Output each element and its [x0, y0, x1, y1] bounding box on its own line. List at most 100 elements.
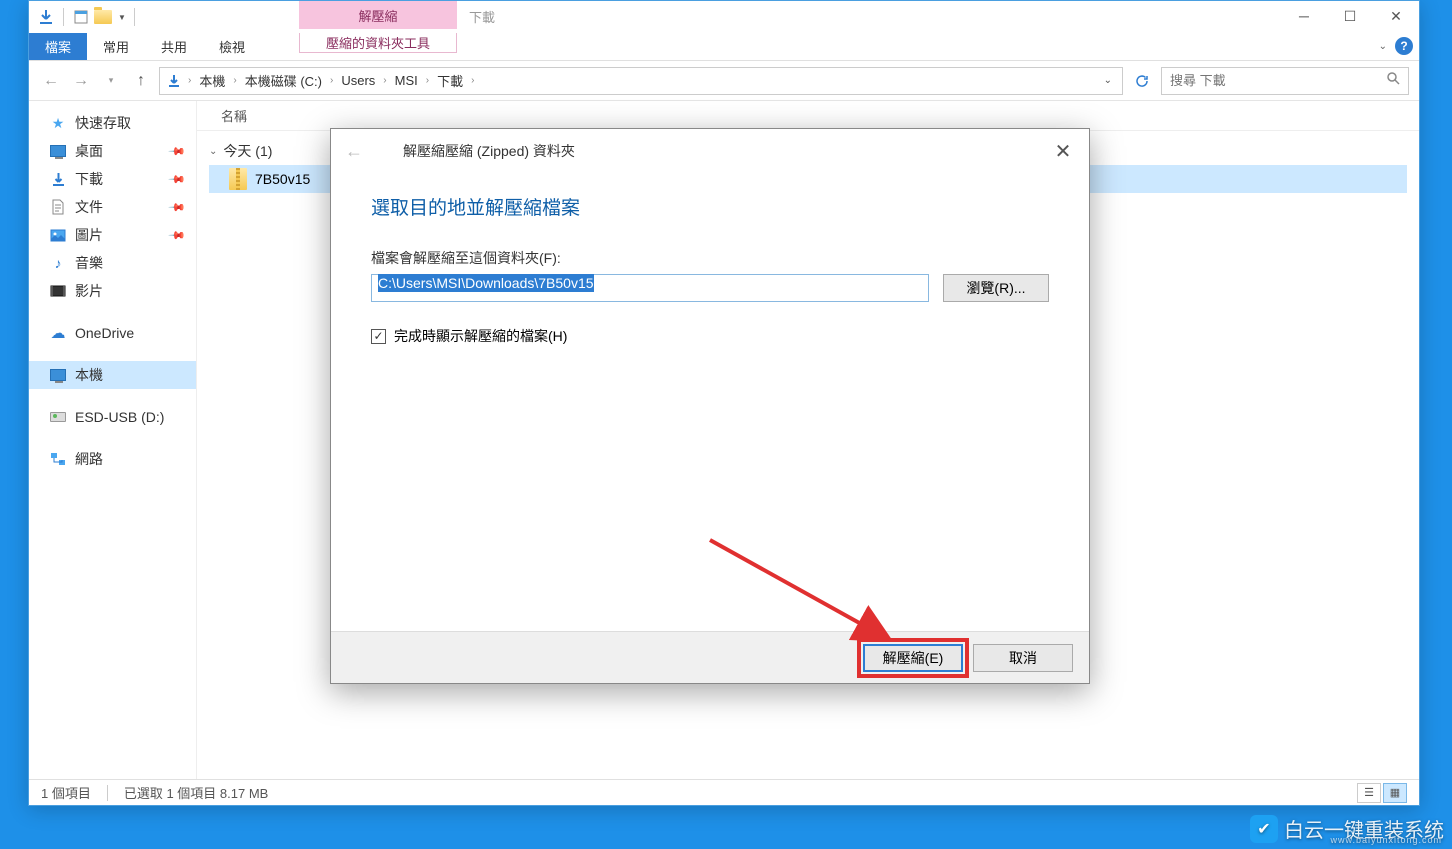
- chevron-right-icon[interactable]: ›: [424, 75, 431, 86]
- navigation-pane: ★ 快速存取 桌面 📌 下載 📌 文件 📌: [29, 101, 197, 779]
- search-icon[interactable]: [1386, 71, 1400, 90]
- pin-icon: 📌: [168, 170, 187, 189]
- desktop-icon: [49, 142, 67, 160]
- ribbon-tabs: 檔案 常用 共用 檢視 壓縮的資料夾工具 ⌄ ?: [29, 33, 1419, 61]
- address-dropdown-icon[interactable]: ⌄: [1098, 75, 1118, 86]
- cloud-icon: ☁: [49, 324, 67, 342]
- separator: [134, 8, 135, 26]
- download-icon: [49, 170, 67, 188]
- dialog-heading: 選取目的地並解壓縮檔案: [371, 193, 1049, 220]
- chevron-down-icon: ⌄: [209, 146, 217, 157]
- folder-icon[interactable]: [94, 8, 112, 26]
- sidebar-pictures[interactable]: 圖片 📌: [29, 221, 196, 249]
- search-input[interactable]: [1170, 73, 1386, 88]
- refresh-button[interactable]: [1129, 68, 1155, 94]
- titlebar: ▼ 解壓縮 下載 ─ ☐ ✕: [29, 1, 1419, 33]
- breadcrumb-item[interactable]: 本機磁碟 (C:): [241, 71, 326, 90]
- dialog-footer: 解壓縮(E) 取消: [331, 631, 1089, 683]
- back-arrow-icon[interactable]: ←: [345, 141, 363, 162]
- zip-folder-icon: [375, 139, 395, 163]
- breadcrumb-item[interactable]: MSI: [391, 73, 422, 88]
- close-button[interactable]: ✕: [1373, 1, 1419, 31]
- dialog-body: 選取目的地並解壓縮檔案 檔案會解壓縮至這個資料夾(F): C:\Users\MS…: [331, 173, 1089, 631]
- watermark: ✔ 白云一键重装系统 www.baiyunxitong.com: [1250, 814, 1444, 843]
- checkbox-checked-icon[interactable]: ✓: [371, 329, 386, 344]
- column-header-name[interactable]: 名稱: [197, 101, 1419, 131]
- address-bar[interactable]: › 本機 › 本機磁碟 (C:) › Users › MSI › 下載 › ⌄: [159, 67, 1123, 95]
- separator: [63, 8, 64, 26]
- network-icon: [49, 450, 67, 468]
- sidebar-label: 桌面: [75, 141, 103, 161]
- document-icon: [49, 198, 67, 216]
- forward-button[interactable]: →: [69, 69, 93, 93]
- tab-view[interactable]: 檢視: [203, 33, 261, 60]
- sidebar-downloads[interactable]: 下載 📌: [29, 165, 196, 193]
- status-selection: 已選取 1 個項目 8.17 MB: [124, 783, 268, 802]
- minimize-button[interactable]: ─: [1281, 1, 1327, 31]
- path-label: 檔案會解壓縮至這個資料夾(F):: [371, 248, 1049, 268]
- chevron-right-icon[interactable]: ›: [381, 75, 388, 86]
- back-button[interactable]: ←: [39, 69, 63, 93]
- sidebar-label: 下載: [75, 169, 103, 189]
- sidebar-esd-usb[interactable]: ESD-USB (D:): [29, 403, 196, 431]
- dialog-close-button[interactable]: ✕: [1047, 137, 1079, 165]
- help-icon[interactable]: ?: [1395, 37, 1413, 55]
- breadcrumb-item[interactable]: Users: [337, 73, 379, 88]
- video-icon: [49, 282, 67, 300]
- destination-path-input[interactable]: C:\Users\MSI\Downloads\7B50v15: [371, 274, 929, 302]
- tab-share[interactable]: 共用: [145, 33, 203, 60]
- sidebar-this-pc[interactable]: 本機: [29, 361, 196, 389]
- chevron-right-icon[interactable]: ›: [186, 75, 193, 86]
- sidebar-label: 快速存取: [75, 113, 131, 133]
- search-box[interactable]: [1161, 67, 1409, 95]
- pin-icon: 📌: [168, 226, 187, 245]
- tab-home[interactable]: 常用: [87, 33, 145, 60]
- breadcrumb-item[interactable]: 本機: [195, 71, 229, 90]
- dialog-title: 解壓縮壓縮 (Zipped) 資料夾: [403, 141, 575, 161]
- qat-dropdown-icon[interactable]: ▼: [118, 13, 126, 22]
- extract-button[interactable]: 解壓縮(E): [863, 644, 963, 672]
- sidebar-videos[interactable]: 影片: [29, 277, 196, 305]
- extract-dialog: ← 解壓縮壓縮 (Zipped) 資料夾 ✕ 選取目的地並解壓縮檔案 檔案會解壓…: [330, 128, 1090, 684]
- show-files-checkbox-row[interactable]: ✓ 完成時顯示解壓縮的檔案(H): [371, 326, 1049, 346]
- sidebar-label: 音樂: [75, 253, 103, 273]
- tab-compressed-tools[interactable]: 壓縮的資料夾工具: [299, 33, 457, 53]
- view-large-icons-button[interactable]: ▦: [1383, 783, 1407, 803]
- separator: [107, 785, 108, 801]
- download-arrow-icon: [164, 71, 184, 91]
- picture-icon: [49, 226, 67, 244]
- sidebar-label: 文件: [75, 197, 103, 217]
- recent-dropdown-icon[interactable]: ▾: [99, 69, 123, 93]
- up-button[interactable]: ↑: [129, 69, 153, 93]
- ribbon-expand-icon[interactable]: ⌄: [1379, 41, 1387, 52]
- chevron-right-icon[interactable]: ›: [231, 75, 238, 86]
- star-icon: ★: [49, 114, 67, 132]
- browse-button[interactable]: 瀏覽(R)...: [943, 274, 1049, 302]
- sidebar-quick-access[interactable]: ★ 快速存取: [29, 109, 196, 137]
- tab-file[interactable]: 檔案: [29, 33, 87, 60]
- file-name: 7B50v15: [255, 171, 310, 187]
- dialog-titlebar: ← 解壓縮壓縮 (Zipped) 資料夾 ✕: [331, 129, 1089, 173]
- usb-drive-icon: [49, 408, 67, 426]
- chevron-right-icon[interactable]: ›: [469, 75, 476, 86]
- properties-icon[interactable]: [72, 8, 90, 26]
- checkbox-label: 完成時顯示解壓縮的檔案(H): [394, 326, 567, 346]
- chevron-right-icon[interactable]: ›: [328, 75, 335, 86]
- sidebar-documents[interactable]: 文件 📌: [29, 193, 196, 221]
- zip-folder-icon: [229, 168, 247, 190]
- sidebar-network[interactable]: 網路: [29, 445, 196, 473]
- sidebar-music[interactable]: ♪ 音樂: [29, 249, 196, 277]
- sidebar-label: 影片: [75, 281, 103, 301]
- view-details-button[interactable]: ☰: [1357, 783, 1381, 803]
- computer-icon: [49, 366, 67, 384]
- group-label: 今天 (1): [223, 141, 272, 161]
- breadcrumb-item[interactable]: 下載: [433, 71, 467, 90]
- contextual-tab-header: 解壓縮: [299, 1, 457, 29]
- watermark-logo-icon: ✔: [1250, 815, 1278, 843]
- sidebar-desktop[interactable]: 桌面 📌: [29, 137, 196, 165]
- sidebar-onedrive[interactable]: ☁ OneDrive: [29, 319, 196, 347]
- window-title: 下載: [469, 7, 495, 26]
- cancel-button[interactable]: 取消: [973, 644, 1073, 672]
- maximize-button[interactable]: ☐: [1327, 1, 1373, 31]
- download-arrow-icon[interactable]: [37, 8, 55, 26]
